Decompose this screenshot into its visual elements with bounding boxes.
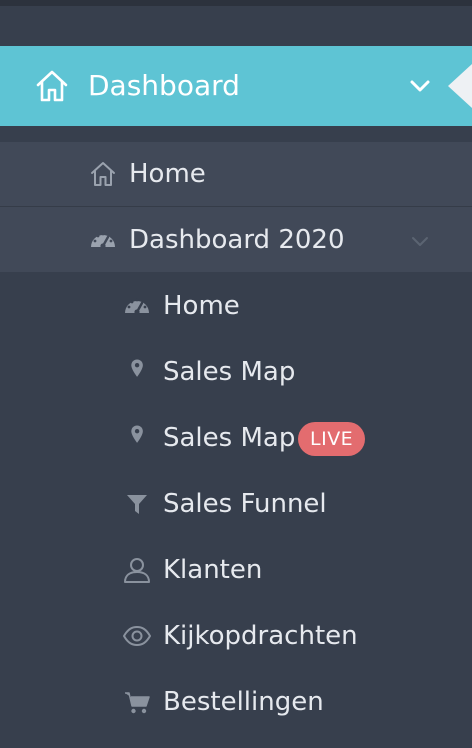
speedometer-icon bbox=[91, 232, 115, 249]
divider bbox=[0, 126, 472, 142]
home-icon bbox=[36, 70, 68, 102]
funnel-icon bbox=[127, 495, 147, 514]
eye-icon bbox=[123, 625, 151, 647]
sidebar-item-label: Sales Map bbox=[163, 423, 296, 453]
sidebar-item-home[interactable]: Home bbox=[0, 142, 472, 206]
sidebar-subitem-sales-map[interactable]: Sales Map bbox=[0, 340, 472, 404]
sidebar-item-label: Dashboard 2020 bbox=[129, 225, 345, 255]
sidebar-item-label: Home bbox=[163, 291, 240, 321]
home-icon bbox=[91, 162, 115, 186]
sidebar-subitem-home[interactable]: Home bbox=[0, 274, 472, 338]
speedometer-icon bbox=[125, 298, 149, 315]
sidebar: Dashboard Home Dashboard 2020 Home Sales… bbox=[0, 0, 472, 748]
sidebar-item-label: Kijkopdrachten bbox=[163, 621, 358, 651]
user-icon bbox=[124, 558, 150, 583]
sidebar-item-label: Sales Map bbox=[163, 357, 296, 387]
sidebar-item-label: Klanten bbox=[163, 555, 263, 585]
cart-icon bbox=[125, 692, 150, 714]
sidebar-subitem-klanten[interactable]: Klanten bbox=[0, 538, 472, 602]
sidebar-item-label: Bestellingen bbox=[163, 687, 324, 717]
chevron-down-icon[interactable] bbox=[410, 231, 430, 251]
sidebar-item-label: Sales Funnel bbox=[163, 489, 327, 519]
sidebar-subitem-kijkopdrachten[interactable]: Kijkopdrachten bbox=[0, 604, 472, 668]
active-indicator-notch bbox=[448, 64, 472, 108]
live-badge: LIVE bbox=[298, 422, 366, 456]
sidebar-item-label: Dashboard bbox=[88, 69, 240, 102]
sidebar-subitem-bestellingen[interactable]: Bestellingen bbox=[0, 670, 472, 734]
map-pin-icon bbox=[131, 425, 143, 443]
sidebar-item-dashboard-2020[interactable]: Dashboard 2020 bbox=[0, 206, 472, 272]
chevron-down-icon[interactable] bbox=[409, 75, 431, 97]
sidebar-item-label: Home bbox=[129, 159, 206, 189]
sidebar-subitem-sales-funnel[interactable]: Sales Funnel bbox=[0, 472, 472, 536]
sidebar-item-dashboard[interactable]: Dashboard bbox=[0, 46, 472, 126]
sidebar-subitem-sales-map-live[interactable]: Sales Map LIVE bbox=[0, 406, 472, 470]
map-pin-icon bbox=[131, 359, 143, 377]
